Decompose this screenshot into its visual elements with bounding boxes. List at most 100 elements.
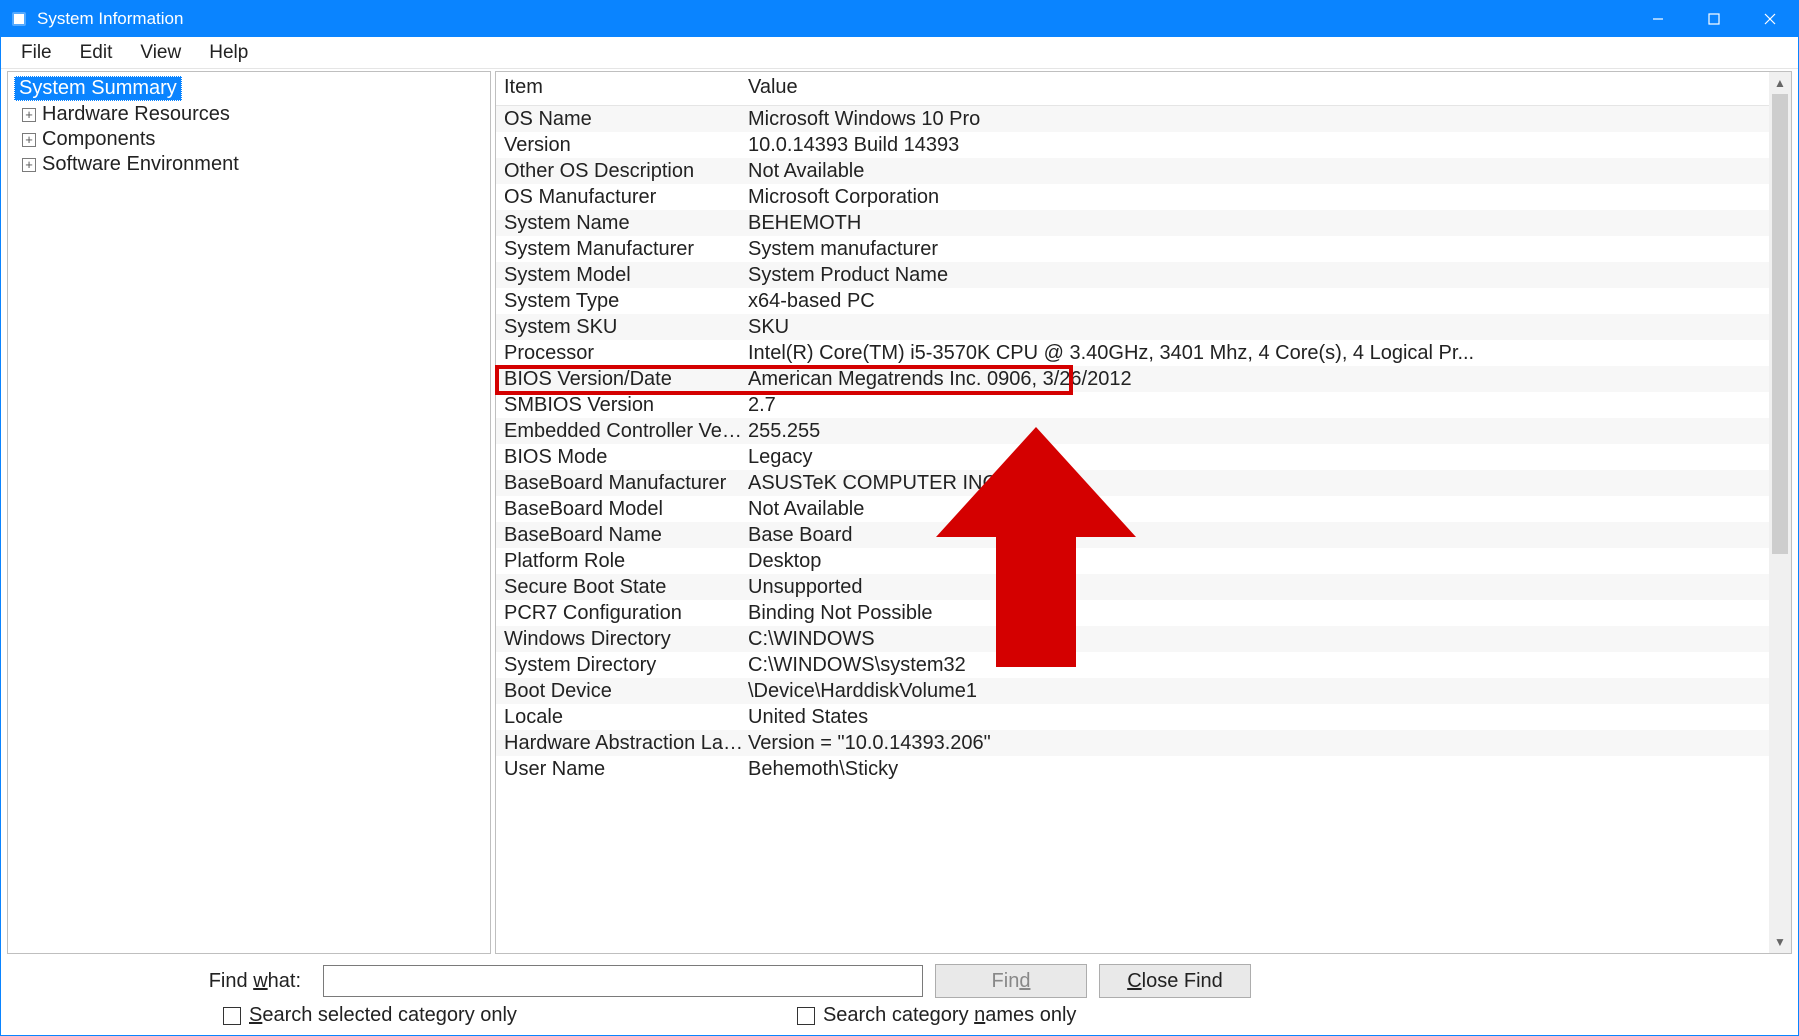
minimize-button[interactable] bbox=[1630, 1, 1686, 37]
expand-icon[interactable]: + bbox=[22, 158, 36, 172]
menu-file[interactable]: File bbox=[7, 40, 66, 66]
tree-item-system-summary[interactable]: System Summary bbox=[14, 76, 182, 101]
tree-item-label: Components bbox=[42, 128, 155, 151]
menu-edit[interactable]: Edit bbox=[66, 40, 127, 66]
column-header-value[interactable]: Value bbox=[748, 76, 1761, 99]
table-row[interactable]: BaseBoard ModelNot Available bbox=[496, 496, 1769, 522]
table-row[interactable]: System SKUSKU bbox=[496, 314, 1769, 340]
detail-header[interactable]: Item Value bbox=[496, 72, 1769, 106]
cell-item: Other OS Description bbox=[504, 158, 748, 184]
table-row[interactable]: ProcessorIntel(R) Core(TM) i5-3570K CPU … bbox=[496, 340, 1769, 366]
maximize-button[interactable] bbox=[1686, 1, 1742, 37]
table-row[interactable]: Windows DirectoryC:\WINDOWS bbox=[496, 626, 1769, 652]
scroll-up-icon[interactable]: ▲ bbox=[1769, 72, 1791, 94]
cell-value: Behemoth\Sticky bbox=[748, 756, 1761, 782]
cell-value: Microsoft Windows 10 Pro bbox=[748, 106, 1761, 132]
cell-item: System Manufacturer bbox=[504, 236, 748, 262]
cell-item: BIOS Version/Date bbox=[504, 366, 748, 392]
menu-help[interactable]: Help bbox=[195, 40, 262, 66]
titlebar[interactable]: System Information bbox=[1, 1, 1798, 37]
cell-item: System Name bbox=[504, 210, 748, 236]
table-row[interactable]: BIOS Version/DateAmerican Megatrends Inc… bbox=[496, 366, 1769, 392]
tree-item-software-environment[interactable]: + Software Environment bbox=[14, 153, 484, 176]
detail-body: OS NameMicrosoft Windows 10 ProVersion10… bbox=[496, 106, 1769, 782]
table-row[interactable]: System DirectoryC:\WINDOWS\system32 bbox=[496, 652, 1769, 678]
cell-value: 10.0.14393 Build 14393 bbox=[748, 132, 1761, 158]
table-row[interactable]: System ManufacturerSystem manufacturer bbox=[496, 236, 1769, 262]
cell-value: BEHEMOTH bbox=[748, 210, 1761, 236]
cell-value: x64-based PC bbox=[748, 288, 1761, 314]
tree-pane[interactable]: System Summary + Hardware Resources + Co… bbox=[7, 71, 491, 954]
cell-item: BaseBoard Manufacturer bbox=[504, 470, 748, 496]
table-row[interactable]: BIOS ModeLegacy bbox=[496, 444, 1769, 470]
cell-value: Intel(R) Core(TM) i5-3570K CPU @ 3.40GHz… bbox=[748, 340, 1761, 366]
cell-item: BIOS Mode bbox=[504, 444, 748, 470]
table-row[interactable]: System Typex64-based PC bbox=[496, 288, 1769, 314]
detail-list[interactable]: Item Value OS NameMicrosoft Windows 10 P… bbox=[496, 72, 1769, 953]
table-row[interactable]: Hardware Abstraction LayerVersion = "10.… bbox=[496, 730, 1769, 756]
cell-value: Not Available bbox=[748, 496, 1761, 522]
cell-item: Locale bbox=[504, 704, 748, 730]
cell-item: System Directory bbox=[504, 652, 748, 678]
cell-value: SKU bbox=[748, 314, 1761, 340]
cell-value: American Megatrends Inc. 0906, 3/26/2012 bbox=[748, 366, 1761, 392]
cell-value: Base Board bbox=[748, 522, 1761, 548]
cell-value: Unsupported bbox=[748, 574, 1761, 600]
checkbox-label: Search category names only bbox=[823, 1004, 1076, 1027]
window-title: System Information bbox=[37, 9, 183, 29]
cell-item: OS Manufacturer bbox=[504, 184, 748, 210]
find-button[interactable]: Find bbox=[935, 964, 1087, 998]
tree-item-label: Hardware Resources bbox=[42, 103, 230, 126]
column-header-item[interactable]: Item bbox=[504, 76, 748, 99]
table-row[interactable]: BaseBoard NameBase Board bbox=[496, 522, 1769, 548]
table-row[interactable]: LocaleUnited States bbox=[496, 704, 1769, 730]
cell-item: Processor bbox=[504, 340, 748, 366]
table-row[interactable]: System ModelSystem Product Name bbox=[496, 262, 1769, 288]
cell-value: Desktop bbox=[748, 548, 1761, 574]
table-row[interactable]: PCR7 ConfigurationBinding Not Possible bbox=[496, 600, 1769, 626]
table-row[interactable]: Other OS DescriptionNot Available bbox=[496, 158, 1769, 184]
menu-view[interactable]: View bbox=[126, 40, 195, 66]
app-icon bbox=[9, 9, 29, 29]
table-row[interactable]: OS ManufacturerMicrosoft Corporation bbox=[496, 184, 1769, 210]
cell-value: \Device\HarddiskVolume1 bbox=[748, 678, 1761, 704]
scroll-track[interactable] bbox=[1769, 94, 1791, 931]
scroll-down-icon[interactable]: ▼ bbox=[1769, 931, 1791, 953]
table-row[interactable]: Embedded Controller Version255.255 bbox=[496, 418, 1769, 444]
cell-item: PCR7 Configuration bbox=[504, 600, 748, 626]
table-row[interactable]: Platform RoleDesktop bbox=[496, 548, 1769, 574]
table-row[interactable]: OS NameMicrosoft Windows 10 Pro bbox=[496, 106, 1769, 132]
system-information-window: System Information File Edit View Help S… bbox=[0, 0, 1799, 1036]
detail-pane: Item Value OS NameMicrosoft Windows 10 P… bbox=[495, 71, 1792, 954]
table-row[interactable]: Boot Device\Device\HarddiskVolume1 bbox=[496, 678, 1769, 704]
cell-value: C:\WINDOWS\system32 bbox=[748, 652, 1761, 678]
search-selected-category-checkbox[interactable]: Search selected category only bbox=[223, 1004, 517, 1027]
cell-item: Windows Directory bbox=[504, 626, 748, 652]
table-row[interactable]: Secure Boot StateUnsupported bbox=[496, 574, 1769, 600]
expand-icon[interactable]: + bbox=[22, 133, 36, 147]
table-row[interactable]: SMBIOS Version2.7 bbox=[496, 392, 1769, 418]
cell-value: Binding Not Possible bbox=[748, 600, 1761, 626]
cell-value: System Product Name bbox=[748, 262, 1761, 288]
tree-item-label: Software Environment bbox=[42, 153, 239, 176]
table-row[interactable]: Version10.0.14393 Build 14393 bbox=[496, 132, 1769, 158]
cell-item: System Type bbox=[504, 288, 748, 314]
table-row[interactable]: System NameBEHEMOTH bbox=[496, 210, 1769, 236]
vertical-scrollbar[interactable]: ▲ ▼ bbox=[1769, 72, 1791, 953]
table-row[interactable]: BaseBoard ManufacturerASUSTeK COMPUTER I… bbox=[496, 470, 1769, 496]
expand-icon[interactable]: + bbox=[22, 108, 36, 122]
window-controls bbox=[1630, 1, 1798, 37]
cell-item: BaseBoard Model bbox=[504, 496, 748, 522]
checkbox-icon bbox=[223, 1007, 241, 1025]
search-category-names-checkbox[interactable]: Search category names only bbox=[797, 1004, 1076, 1027]
find-what-input[interactable] bbox=[323, 965, 923, 997]
close-button[interactable] bbox=[1742, 1, 1798, 37]
table-row[interactable]: User NameBehemoth\Sticky bbox=[496, 756, 1769, 782]
tree-item-hardware-resources[interactable]: + Hardware Resources bbox=[14, 103, 484, 126]
find-what-label: Find what: bbox=[11, 970, 311, 993]
cell-item: OS Name bbox=[504, 106, 748, 132]
scroll-thumb[interactable] bbox=[1772, 94, 1788, 554]
cell-item: Platform Role bbox=[504, 548, 748, 574]
tree-item-components[interactable]: + Components bbox=[14, 128, 484, 151]
close-find-button[interactable]: Close Find bbox=[1099, 964, 1251, 998]
